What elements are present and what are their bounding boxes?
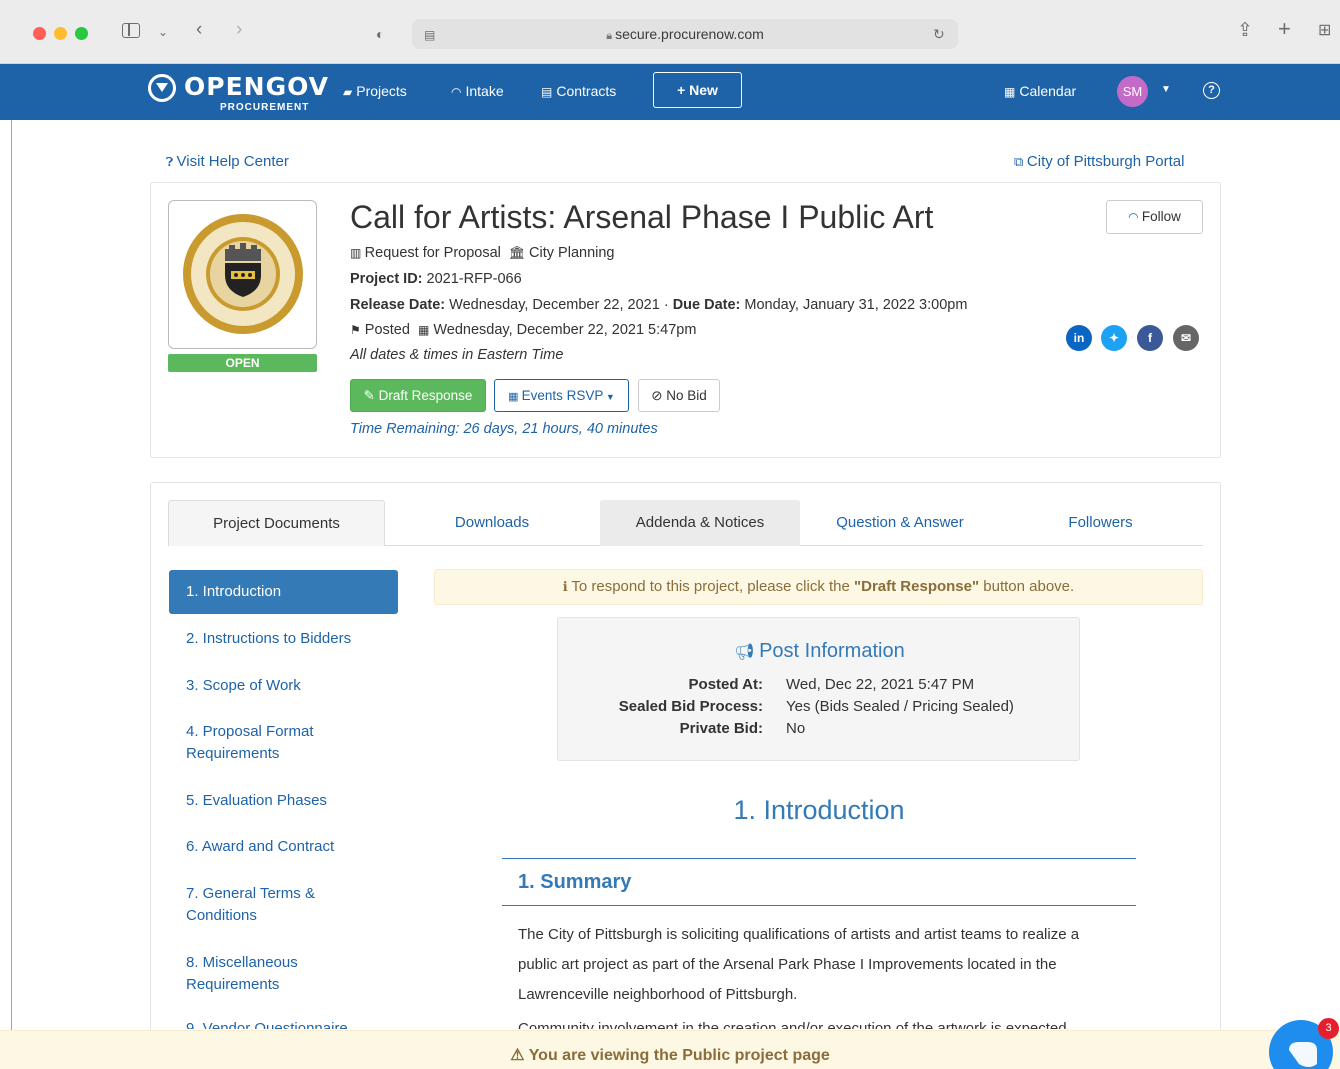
section-item-scope[interactable]: 3. Scope of Work: [169, 675, 398, 697]
city-seal-logo: [168, 200, 317, 349]
nav-projects[interactable]: ▰ Projects: [343, 83, 407, 99]
project-type-row: ▥ Request for Proposal 🏛︎ City Planning: [350, 245, 615, 261]
section-item-miscellaneous[interactable]: 8. Miscellaneous Requirements: [169, 952, 359, 996]
help-icon[interactable]: ?: [1203, 82, 1220, 99]
section-item-proposal-format[interactable]: 4. Proposal Format Requirements: [169, 721, 369, 765]
post-information-box: 📢︎ Post Information Posted At: Wed, Dec …: [557, 617, 1080, 761]
close-window-button[interactable]: [33, 27, 46, 40]
divider: [502, 858, 1136, 859]
window-edge: [0, 120, 12, 1069]
tab-followers[interactable]: Followers: [1000, 500, 1201, 546]
nav-contracts[interactable]: ▤ Contracts: [541, 83, 616, 99]
nav-intake[interactable]: ◠ Intake: [451, 83, 504, 99]
respond-alert: ℹ︎ To respond to this project, please cl…: [434, 569, 1203, 605]
calendar-icon: ▦: [417, 323, 430, 337]
chevron-down-icon[interactable]: ⌄: [158, 22, 168, 42]
facebook-icon[interactable]: f: [1137, 325, 1163, 351]
privacy-shield-icon[interactable]: ◐: [376, 24, 384, 44]
draft-response-button[interactable]: ✎ Draft Response: [350, 379, 486, 412]
chevron-down-icon[interactable]: ▼: [1161, 84, 1171, 95]
forward-icon[interactable]: ›: [236, 20, 242, 40]
sidebar-toggle-icon[interactable]: [122, 23, 140, 38]
posted-at-value: Wed, Dec 22, 2021 5:47 PM: [786, 676, 975, 693]
institution-icon: 🏛︎: [508, 245, 530, 260]
calendar-icon: ▦: [1004, 85, 1016, 99]
posted-at-label: Posted At:: [688, 676, 763, 693]
project-title: Call for Artists: Arsenal Phase I Public…: [350, 199, 934, 235]
summary-paragraph: The City of Pittsburgh is soliciting qua…: [518, 926, 1080, 1003]
events-rsvp-button[interactable]: ▦ Events RSVP ▼: [494, 379, 629, 412]
summary-paragraph-2: Community involvement in the creation an…: [518, 1020, 1067, 1029]
chevron-down-icon: ▼: [603, 392, 615, 402]
browser-toolbar: ⌄ ‹ › ◐ ▤ 🔒︎ secure.procurenow.com ↻ ⇪ +…: [0, 0, 1340, 64]
user-avatar[interactable]: SM: [1117, 76, 1148, 107]
section-item-award[interactable]: 6. Award and Contract: [169, 836, 398, 858]
flag-icon: ⚑: [350, 323, 361, 337]
time-remaining: Time Remaining: 26 days, 21 hours, 40 mi…: [350, 421, 658, 437]
project-posted-row: ⚑ Posted ▦ Wednesday, December 22, 2021 …: [350, 322, 697, 338]
city-seal-icon: [183, 214, 303, 334]
sealed-bid-label: Sealed Bid Process:: [618, 698, 763, 715]
external-link-icon: ⧉: [1014, 154, 1027, 169]
rss-icon: ◠: [1128, 210, 1142, 224]
reload-icon[interactable]: ↻: [933, 24, 945, 44]
address-bar[interactable]: ▤ 🔒︎ secure.procurenow.com ↻: [412, 19, 958, 49]
question-circle-icon: ❓︎: [166, 155, 177, 169]
post-information-title: 📢︎ Post Information: [734, 640, 905, 662]
tab-overview-icon[interactable]: ⊞: [1318, 21, 1331, 41]
private-bid-value: No: [786, 720, 806, 737]
zoom-window-button[interactable]: [75, 27, 88, 40]
logo-mark-icon: [148, 74, 176, 102]
tab-addenda-notices[interactable]: Addenda & Notices: [600, 500, 800, 546]
tab-project-documents[interactable]: Project Documents: [168, 500, 385, 546]
megaphone-icon: 📢︎: [734, 644, 760, 661]
project-dates-row: Release Date: Wednesday, December 22, 20…: [350, 297, 968, 313]
section-heading: 1. Introduction: [733, 795, 905, 825]
lock-icon: 🔒︎: [606, 30, 616, 42]
chat-unread-badge: 3: [1318, 1018, 1339, 1039]
share-icon[interactable]: ⇪: [1237, 21, 1253, 41]
section-item-introduction[interactable]: 1. Introduction: [169, 570, 398, 614]
section-item-instructions[interactable]: 2. Instructions to Bidders: [169, 628, 398, 650]
rss-icon: ◠: [451, 85, 462, 99]
section-item-general-terms[interactable]: 7. General Terms & Conditions: [169, 883, 359, 927]
warning-icon: ⚠: [510, 1047, 529, 1064]
twitter-icon[interactable]: ✦: [1101, 325, 1127, 351]
minimize-window-button[interactable]: [54, 27, 67, 40]
folder-icon: ▰: [343, 85, 353, 99]
app-navbar: OPENGOV PROCUREMENT ▰ Projects ◠ Intake ▤ C…: [0, 64, 1340, 120]
back-icon[interactable]: ‹: [196, 20, 202, 40]
pencil-icon: ✎: [363, 388, 379, 403]
project-id-row: Project ID: 2021-RFP-066: [350, 271, 522, 287]
visit-help-center-link[interactable]: ❓︎ Visit Help Center: [166, 153, 289, 170]
linkedin-icon[interactable]: in: [1066, 325, 1092, 351]
section-item-vendor-questionnaire[interactable]: 9. Vendor Questionnaire: [186, 1017, 348, 1029]
tab-question-answer[interactable]: Question & Answer: [800, 500, 1000, 546]
nav-calendar[interactable]: ▦ Calendar: [1004, 83, 1076, 99]
calendar-check-icon: ▦: [508, 391, 522, 403]
url-text: 🔒︎ secure.procurenow.com: [606, 26, 764, 42]
section-item-evaluation[interactable]: 5. Evaluation Phases: [169, 790, 398, 812]
divider: [502, 905, 1136, 906]
city-portal-link[interactable]: ⧉ City of Pittsburgh Portal: [1014, 153, 1184, 170]
no-bid-button[interactable]: ⊘ No Bid: [638, 379, 720, 412]
bar-chart-icon: ▥: [350, 246, 365, 260]
new-tab-icon[interactable]: +: [1278, 18, 1291, 40]
subsection-heading: 1. Summary: [518, 871, 632, 893]
tab-downloads[interactable]: Downloads: [391, 500, 593, 546]
document-icon: ▤: [541, 85, 553, 99]
status-badge: OPEN: [168, 354, 317, 372]
public-page-notice: ⚠ You are viewing the Public project pag…: [0, 1030, 1340, 1069]
email-icon[interactable]: ✉: [1173, 325, 1199, 351]
private-bid-label: Private Bid:: [679, 720, 763, 737]
ban-icon: ⊘: [651, 388, 667, 403]
new-button[interactable]: + New: [653, 72, 742, 108]
follow-button[interactable]: ◠ Follow: [1106, 200, 1203, 234]
sealed-bid-value: Yes (Bids Sealed / Pricing Sealed): [786, 698, 1014, 715]
timezone-note: All dates & times in Eastern Time: [350, 347, 564, 363]
